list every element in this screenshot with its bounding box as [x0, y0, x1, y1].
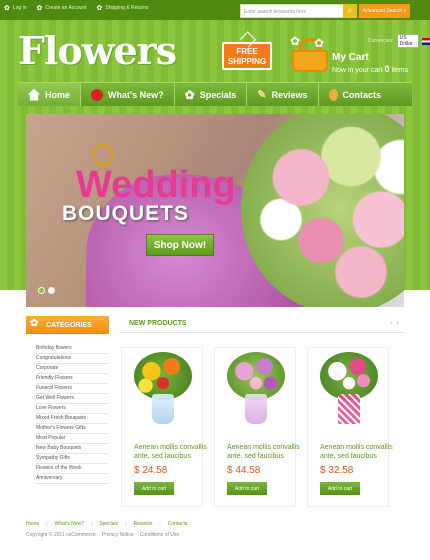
bouquet-image	[241, 114, 404, 307]
category-item[interactable]: Funeral Flowers	[36, 384, 108, 394]
category-item[interactable]: Sympathy Gifts	[36, 454, 108, 464]
add-to-cart-button[interactable]: Add to cart	[227, 482, 267, 495]
category-item[interactable]: Love Flowers	[36, 404, 108, 414]
flower-icon: ✿	[4, 5, 10, 12]
slider-dot[interactable]	[38, 287, 45, 294]
login-link[interactable]: ✿ Log in	[4, 4, 27, 12]
nav-reviews[interactable]: ✎ Reviews	[247, 83, 319, 106]
product-price: $ 32.58	[320, 465, 354, 476]
category-item[interactable]: Most Popular	[36, 434, 108, 444]
next-arrow-icon[interactable]: ›	[396, 320, 398, 327]
product-image[interactable]	[134, 352, 192, 430]
cart-title[interactable]: My Cart	[332, 52, 369, 63]
category-item[interactable]: New Baby Bouquets	[36, 444, 108, 454]
category-item[interactable]: Birthday flowers	[36, 344, 108, 354]
product-card: Aenean mollis convallis ante, sed faucib…	[307, 347, 393, 507]
slider-dots	[38, 287, 55, 294]
currency-selector: Currencies: US Dollar	[368, 34, 430, 48]
main-nav: Home What's New? ✿ Specials ✎ Reviews Co…	[18, 82, 412, 106]
shop-now-button[interactable]: Shop Now!	[146, 234, 214, 256]
copyright: Copyright © 2011 osCommerce Privacy Noti…	[26, 532, 180, 538]
product-price: $ 44.58	[227, 465, 261, 476]
nav-home[interactable]: Home	[18, 83, 82, 106]
category-item[interactable]: Corporate	[36, 364, 108, 374]
pencil-icon: ✎	[257, 89, 267, 101]
currency-select[interactable]: US Dollar	[396, 34, 420, 48]
conditions-link[interactable]: Conditions of Use	[140, 532, 179, 538]
free-shipping-badge: FREE SHIPPING	[222, 42, 272, 70]
footer-link-specials[interactable]: Specials	[99, 521, 126, 527]
add-to-cart-button[interactable]: Add to cart	[134, 482, 174, 495]
new-products-heading: NEW PRODUCTS	[129, 320, 187, 327]
cart-basket-icon[interactable]: ✿ ✿	[288, 34, 330, 74]
advanced-search-button[interactable]: Advanced Search »	[359, 4, 410, 18]
category-item[interactable]: Get Well Flowers	[36, 394, 108, 404]
banner-subtitle: BOUQUETS	[62, 202, 190, 225]
contact-icon	[328, 88, 338, 101]
shipping-returns-link[interactable]: ✿ Shipping & Returns	[97, 4, 149, 12]
product-image[interactable]	[227, 352, 285, 430]
necklace-image	[92, 144, 114, 166]
home-icon	[28, 88, 40, 101]
prev-arrow-icon[interactable]: ‹	[390, 320, 392, 327]
product-price: $ 24.58	[134, 465, 168, 476]
product-image[interactable]	[320, 352, 378, 430]
footer-links: Home What's New? Specials Reviews Contac…	[26, 521, 187, 527]
hero-banner[interactable]: Wedding BOUQUETS Shop Now!	[26, 114, 404, 307]
category-item[interactable]: Friendly Flowers	[36, 374, 108, 384]
categories-heading: ✿ CATEGORIES	[26, 316, 109, 334]
category-item[interactable]: Flowers of the Week	[36, 464, 108, 474]
footer-link-reviews[interactable]: Reviews	[133, 521, 160, 527]
nav-specials[interactable]: ✿ Specials	[175, 83, 248, 106]
category-item[interactable]: Anniversary	[36, 474, 108, 484]
search-input[interactable]: Enter search keywords here	[240, 4, 344, 18]
flower-icon: ✿	[30, 318, 39, 329]
language-flag-icon[interactable]	[422, 37, 430, 45]
logo[interactable]: Flowers	[18, 28, 177, 73]
cart-status: Now in your cart 0 items	[332, 64, 409, 74]
nav-contacts[interactable]: Contacts	[319, 83, 392, 106]
top-bar: ✿ Log in ✿ Create an Account ✿ Shipping & R…	[0, 0, 430, 20]
flower-icon: ✿	[96, 5, 103, 12]
product-name[interactable]: Aenean mollis convallis ante, sed faucib…	[134, 443, 210, 461]
create-account-link[interactable]: ✿ Create an Account	[37, 4, 87, 12]
top-links: ✿ Log in ✿ Create an Account ✿ Shipping & R…	[4, 4, 148, 12]
divider	[119, 332, 405, 333]
category-item[interactable]: Congratulations	[36, 354, 108, 364]
nav-whats-new[interactable]: What's New?	[81, 83, 175, 106]
privacy-link[interactable]: Privacy Notice	[102, 532, 134, 538]
add-to-cart-button[interactable]: Add to cart	[320, 482, 360, 495]
search-icon[interactable]: ⌕	[343, 4, 357, 18]
product-card: Aenean mollis convallis ante, sed faucib…	[214, 347, 300, 507]
slider-dot[interactable]	[48, 287, 55, 294]
flower-icon: ✿	[290, 34, 301, 48]
carousel-arrows: ‹ ›	[390, 320, 399, 327]
flower-icon: ✿	[184, 87, 195, 102]
footer-link-home[interactable]: Home	[26, 521, 48, 527]
product-card: Aenean mollis convallis ante, sed faucib…	[121, 347, 207, 507]
banner-title: Wedding	[76, 164, 236, 206]
category-list: Birthday flowers Congratulations Corpora…	[36, 344, 108, 484]
flower-icon: ✿	[314, 36, 325, 50]
category-item[interactable]: Mixed Fresh Bouquets	[36, 414, 108, 424]
product-name[interactable]: Aenean mollis convallis ante, sed faucib…	[320, 443, 396, 461]
footer-link-contacts[interactable]: Contacts	[168, 521, 188, 527]
ladybug-icon	[91, 88, 104, 101]
flower-icon: ✿	[36, 5, 43, 12]
product-name[interactable]: Aenean mollis convallis ante, sed faucib…	[227, 443, 303, 461]
footer-link-whats-new[interactable]: What's New?	[55, 521, 93, 527]
category-item[interactable]: Mother's Flowers Gifts	[36, 424, 108, 434]
